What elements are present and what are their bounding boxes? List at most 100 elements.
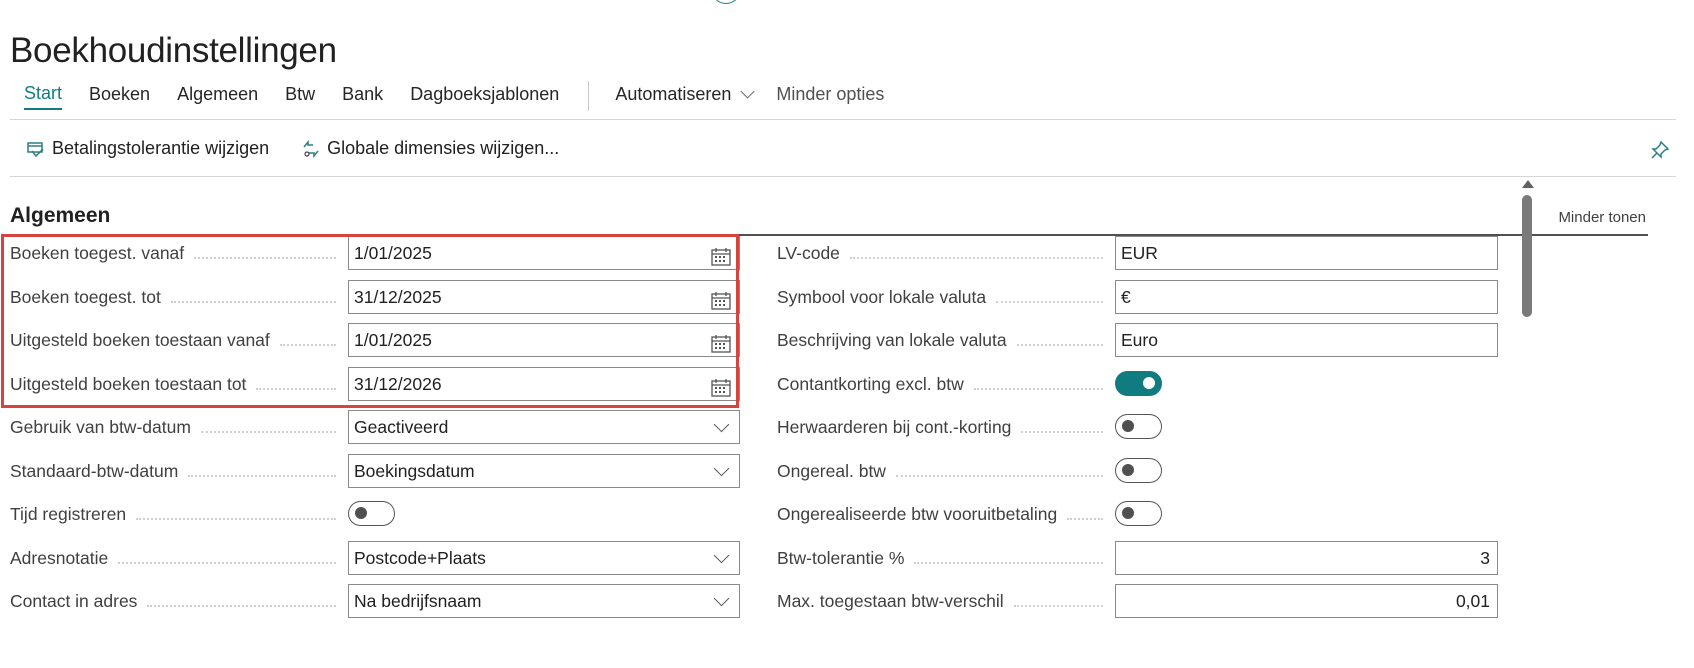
- tab-automatiseren[interactable]: Automatiseren: [615, 83, 755, 109]
- toggle-knob: [1122, 507, 1134, 519]
- contact-in-adres-select[interactable]: Na bedrijfsnaam: [348, 584, 740, 618]
- tab-btw[interactable]: Btw: [285, 84, 315, 109]
- herwaarderen-bij-cont-korting-toggle[interactable]: [1115, 414, 1162, 439]
- field-row-ongereal-btw: Ongereal. btw: [777, 454, 1498, 488]
- toggle-knob: [1122, 420, 1134, 432]
- less-options-button[interactable]: Minder opties: [776, 84, 884, 109]
- chevron-down-icon: [713, 460, 730, 476]
- chevron-down-icon: [713, 416, 730, 433]
- field-label: Gebruik van btw-datum: [10, 417, 191, 437]
- field-value: Postcode+Plaats: [354, 547, 486, 568]
- leader-dots: [1017, 344, 1103, 346]
- field-row-gebruik-van-btw-datum: Gebruik van btw-datum Geactiveerd: [10, 410, 740, 444]
- field-value: Na bedrijfsnaam: [354, 591, 482, 611]
- tab-dagboeksjablonen[interactable]: Dagboeksjablonen: [410, 84, 559, 109]
- field-label: Beschrijving van lokale valuta: [777, 330, 1007, 350]
- leader-dots: [914, 561, 1103, 564]
- field-label: Ongerealiseerde btw vooruitbetaling: [777, 504, 1058, 524]
- field-row-btw-tolerantie: Btw-tolerantie % 3: [777, 540, 1498, 575]
- section-title: Algemeen: [10, 204, 111, 227]
- payment-tolerance-icon: [27, 141, 44, 157]
- chevron-down-icon: [713, 547, 730, 563]
- field-label: Adresnotatie: [10, 547, 109, 568]
- show-less-link[interactable]: Minder tonen: [1558, 209, 1646, 226]
- chevron-down-icon: [740, 83, 755, 99]
- field-row-tijd-registreren: Tijd registreren: [10, 497, 740, 531]
- field-row-adresnotatie: Adresnotatie Postcode+Plaats: [10, 540, 740, 575]
- field-value: Geactiveerd: [354, 417, 449, 437]
- field-row-contantkorting-excl-btw: Contantkorting excl. btw: [777, 367, 1498, 401]
- btw-tolerantie-input[interactable]: 3: [1115, 540, 1498, 575]
- gebruik-van-btw-datum-select[interactable]: Geactiveerd: [348, 410, 740, 444]
- ongereal-btw-toggle[interactable]: [1115, 457, 1162, 483]
- field-label: Ongereal. btw: [777, 460, 886, 481]
- action-bar: Betalingstolerantie wijzigen Globale dim…: [26, 138, 591, 159]
- pin-icon[interactable]: [1650, 140, 1670, 165]
- leader-dots: [850, 257, 1103, 259]
- scroll-up-arrow[interactable]: [1522, 180, 1534, 188]
- scrollbar-thumb[interactable]: [1522, 195, 1532, 317]
- field-row-beschrijving-van-lokale-valuta: Beschrijving van lokale valuta Euro: [777, 323, 1498, 357]
- field-label: Btw-tolerantie %: [777, 547, 905, 568]
- leader-dots: [136, 518, 336, 520]
- field-value: Boekingsdatum: [354, 460, 475, 481]
- top-circle-icon: [712, 0, 740, 4]
- lv-code-input[interactable]: EUR: [1115, 236, 1498, 270]
- leader-dots: [188, 474, 336, 477]
- payment-tolerance-label: Betalingstolerantie wijzigen: [52, 138, 270, 158]
- field-value: 3: [1480, 547, 1490, 568]
- field-row-contact-in-adres: Contact in adres Na bedrijfsnaam: [10, 584, 740, 618]
- standaard-btw-datum-select[interactable]: Boekingsdatum: [348, 453, 740, 488]
- tab-automatiseren-label: Automatiseren: [615, 83, 732, 104]
- tab-bank[interactable]: Bank: [342, 84, 383, 109]
- beschrijving-van-lokale-valuta-input[interactable]: Euro: [1115, 323, 1498, 357]
- global-dimensions-button[interactable]: Globale dimensies wijzigen...: [301, 138, 559, 159]
- field-label: LV-code: [777, 243, 840, 263]
- leader-dots: [896, 474, 1103, 477]
- field-label: Herwaarderen bij cont.-korting: [777, 417, 1012, 437]
- global-dimensions-icon: [303, 139, 319, 158]
- field-row-standaard-btw-datum: Standaard-btw-datum Boekingsdatum: [10, 453, 740, 488]
- tab-divider: [588, 81, 590, 111]
- leader-dots: [201, 431, 336, 433]
- tab-algemeen[interactable]: Algemeen: [177, 84, 258, 109]
- field-row-symbool-voor-lokale-valuta: Symbool voor lokale valuta €: [777, 279, 1498, 314]
- leader-dots: [1067, 518, 1103, 520]
- leader-dots: [147, 605, 336, 607]
- field-label: Contantkorting excl. btw: [777, 373, 964, 394]
- field-row-lv-code: LV-code EUR: [777, 236, 1498, 270]
- payment-tolerance-button[interactable]: Betalingstolerantie wijzigen: [26, 138, 269, 159]
- field-label: Max. toegestaan btw-verschil: [777, 591, 1004, 611]
- max-toegestaan-btw-verschil-input[interactable]: 0,01: [1115, 584, 1498, 618]
- field-value: 0,01: [1455, 591, 1490, 611]
- leader-dots: [996, 300, 1103, 303]
- leader-dots: [118, 561, 336, 564]
- tijd-registreren-toggle[interactable]: [348, 501, 395, 526]
- toggle-knob: [1143, 376, 1155, 389]
- leader-dots: [974, 387, 1103, 390]
- global-dimensions-label: Globale dimensies wijzigen...: [327, 138, 560, 158]
- divider: [10, 176, 1676, 177]
- action-tabs: Start Boeken Algemeen Btw Bank Dagboeksj…: [24, 80, 911, 112]
- tab-start[interactable]: Start: [24, 83, 63, 110]
- field-label: Contact in adres: [10, 591, 138, 611]
- field-value: €: [1121, 286, 1131, 307]
- ongerealiseerde-btw-vooruitbetaling-toggle[interactable]: [1115, 501, 1162, 526]
- field-row-ongerealiseerde-btw-vooruitbetaling: Ongerealiseerde btw vooruitbetaling: [777, 497, 1498, 531]
- divider: [10, 119, 1676, 120]
- leader-dots: [1014, 605, 1103, 607]
- symbool-voor-lokale-valuta-input[interactable]: €: [1115, 279, 1498, 314]
- field-label: Symbool voor lokale valuta: [777, 286, 987, 307]
- field-value: Euro: [1121, 330, 1158, 350]
- toggle-knob: [355, 507, 367, 519]
- adresnotatie-select[interactable]: Postcode+Plaats: [348, 540, 740, 575]
- field-value: EUR: [1121, 243, 1158, 263]
- highlight-box: [1, 234, 739, 408]
- toggle-knob: [1122, 463, 1134, 476]
- page-title: Boekhoudinstellingen: [10, 31, 337, 71]
- chevron-down-icon: [713, 590, 730, 607]
- leader-dots: [1021, 431, 1103, 433]
- tab-boeken[interactable]: Boeken: [89, 84, 150, 109]
- contantkorting-excl-btw-toggle[interactable]: [1115, 370, 1162, 396]
- field-row-herwaarderen-bij-cont-korting: Herwaarderen bij cont.-korting: [777, 410, 1498, 444]
